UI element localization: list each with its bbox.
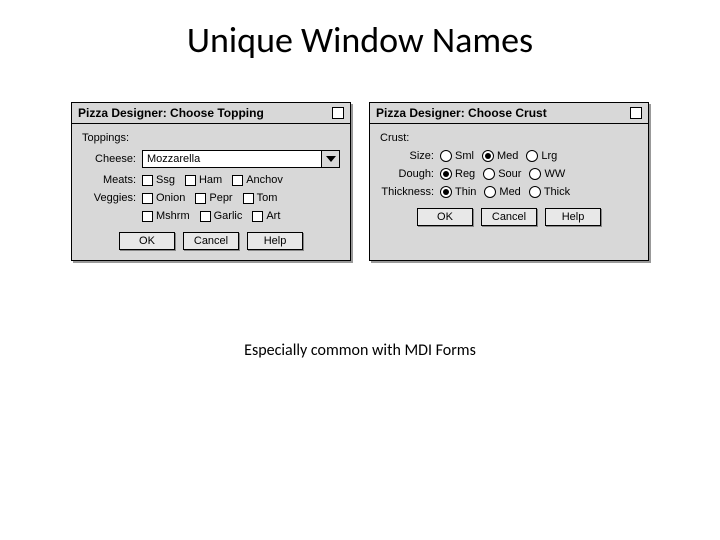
thickness-med-label: Med xyxy=(499,186,520,198)
checkbox-icon xyxy=(142,211,153,222)
meats-anchov-checkbox[interactable]: Anchov xyxy=(232,174,283,186)
topping-titlebar[interactable]: Pizza Designer: Choose Topping xyxy=(72,103,350,124)
radio-icon xyxy=(484,186,496,198)
meats-ssg-checkbox[interactable]: Ssg xyxy=(142,174,175,186)
veggies-art-checkbox[interactable]: Art xyxy=(252,210,280,222)
veggies-mshrm-label: Mshrm xyxy=(156,210,190,222)
chevron-down-icon[interactable] xyxy=(321,151,339,167)
help-button[interactable]: Help xyxy=(545,208,601,226)
veggies-onion-label: Onion xyxy=(156,192,185,204)
radio-icon xyxy=(483,168,495,180)
dough-ww-radio[interactable]: WW xyxy=(529,168,565,180)
toppings-group-label: Toppings: xyxy=(82,132,340,144)
veggies-mshrm-checkbox[interactable]: Mshrm xyxy=(142,210,190,222)
meats-ham-label: Ham xyxy=(199,174,222,186)
dough-ww-label: WW xyxy=(544,168,565,180)
dough-sour-radio[interactable]: Sour xyxy=(483,168,521,180)
radio-icon xyxy=(529,168,541,180)
cancel-button[interactable]: Cancel xyxy=(183,232,239,250)
checkbox-icon xyxy=(232,175,243,186)
checkbox-icon xyxy=(243,193,254,204)
thickness-thin-radio[interactable]: Thin xyxy=(440,186,476,198)
cheese-label: Cheese: xyxy=(82,153,142,165)
topping-title-text: Pizza Designer: Choose Topping xyxy=(78,106,264,120)
meats-ssg-label: Ssg xyxy=(156,174,175,186)
crust-group-label: Crust: xyxy=(380,132,638,144)
veggies-garlic-label: Garlic xyxy=(214,210,243,222)
thickness-label: Thickness: xyxy=(380,186,440,198)
dough-sour-label: Sour xyxy=(498,168,521,180)
maximize-icon[interactable] xyxy=(630,107,642,119)
thickness-med-radio[interactable]: Med xyxy=(484,186,520,198)
crust-title-text: Pizza Designer: Choose Crust xyxy=(376,106,547,120)
size-sml-label: Sml xyxy=(455,150,474,162)
veggies-garlic-checkbox[interactable]: Garlic xyxy=(200,210,243,222)
size-med-radio[interactable]: Med xyxy=(482,150,518,162)
radio-icon xyxy=(440,186,452,198)
veggies-label: Veggies: xyxy=(82,192,142,204)
thickness-thick-radio[interactable]: Thick xyxy=(529,186,570,198)
radio-icon xyxy=(526,150,538,162)
thickness-thin-label: Thin xyxy=(455,186,476,198)
radio-icon xyxy=(440,168,452,180)
ok-button[interactable]: OK xyxy=(417,208,473,226)
crust-titlebar[interactable]: Pizza Designer: Choose Crust xyxy=(370,103,648,124)
slide-title: Unique Window Names xyxy=(0,0,720,62)
dough-label: Dough: xyxy=(380,168,440,180)
checkbox-icon xyxy=(185,175,196,186)
radio-icon xyxy=(482,150,494,162)
meats-anchov-label: Anchov xyxy=(246,174,283,186)
size-sml-radio[interactable]: Sml xyxy=(440,150,474,162)
cheese-combo[interactable]: Mozzarella xyxy=(142,150,340,168)
size-med-label: Med xyxy=(497,150,518,162)
checkbox-icon xyxy=(252,211,263,222)
crust-dialog: Pizza Designer: Choose Crust Crust: Size… xyxy=(369,102,649,261)
meats-ham-checkbox[interactable]: Ham xyxy=(185,174,222,186)
veggies-pepr-label: Pepr xyxy=(209,192,232,204)
checkbox-icon xyxy=(195,193,206,204)
meats-label: Meats: xyxy=(82,174,142,186)
help-button[interactable]: Help xyxy=(247,232,303,250)
checkbox-icon xyxy=(142,175,153,186)
checkbox-icon xyxy=(142,193,153,204)
size-lrg-radio[interactable]: Lrg xyxy=(526,150,557,162)
size-label: Size: xyxy=(380,150,440,162)
checkbox-icon xyxy=(200,211,211,222)
cancel-button[interactable]: Cancel xyxy=(481,208,537,226)
ok-button[interactable]: OK xyxy=(119,232,175,250)
thickness-thick-label: Thick xyxy=(544,186,570,198)
topping-dialog: Pizza Designer: Choose Topping Toppings:… xyxy=(71,102,351,261)
veggies-art-label: Art xyxy=(266,210,280,222)
veggies-tom-checkbox[interactable]: Tom xyxy=(243,192,278,204)
slide-caption: Especially common with MDI Forms xyxy=(0,341,720,360)
veggies-pepr-checkbox[interactable]: Pepr xyxy=(195,192,232,204)
size-lrg-label: Lrg xyxy=(541,150,557,162)
cheese-value: Mozzarella xyxy=(143,153,321,165)
veggies-tom-label: Tom xyxy=(257,192,278,204)
dough-reg-radio[interactable]: Reg xyxy=(440,168,475,180)
veggies-onion-checkbox[interactable]: Onion xyxy=(142,192,185,204)
radio-icon xyxy=(529,186,541,198)
dough-reg-label: Reg xyxy=(455,168,475,180)
maximize-icon[interactable] xyxy=(332,107,344,119)
radio-icon xyxy=(440,150,452,162)
